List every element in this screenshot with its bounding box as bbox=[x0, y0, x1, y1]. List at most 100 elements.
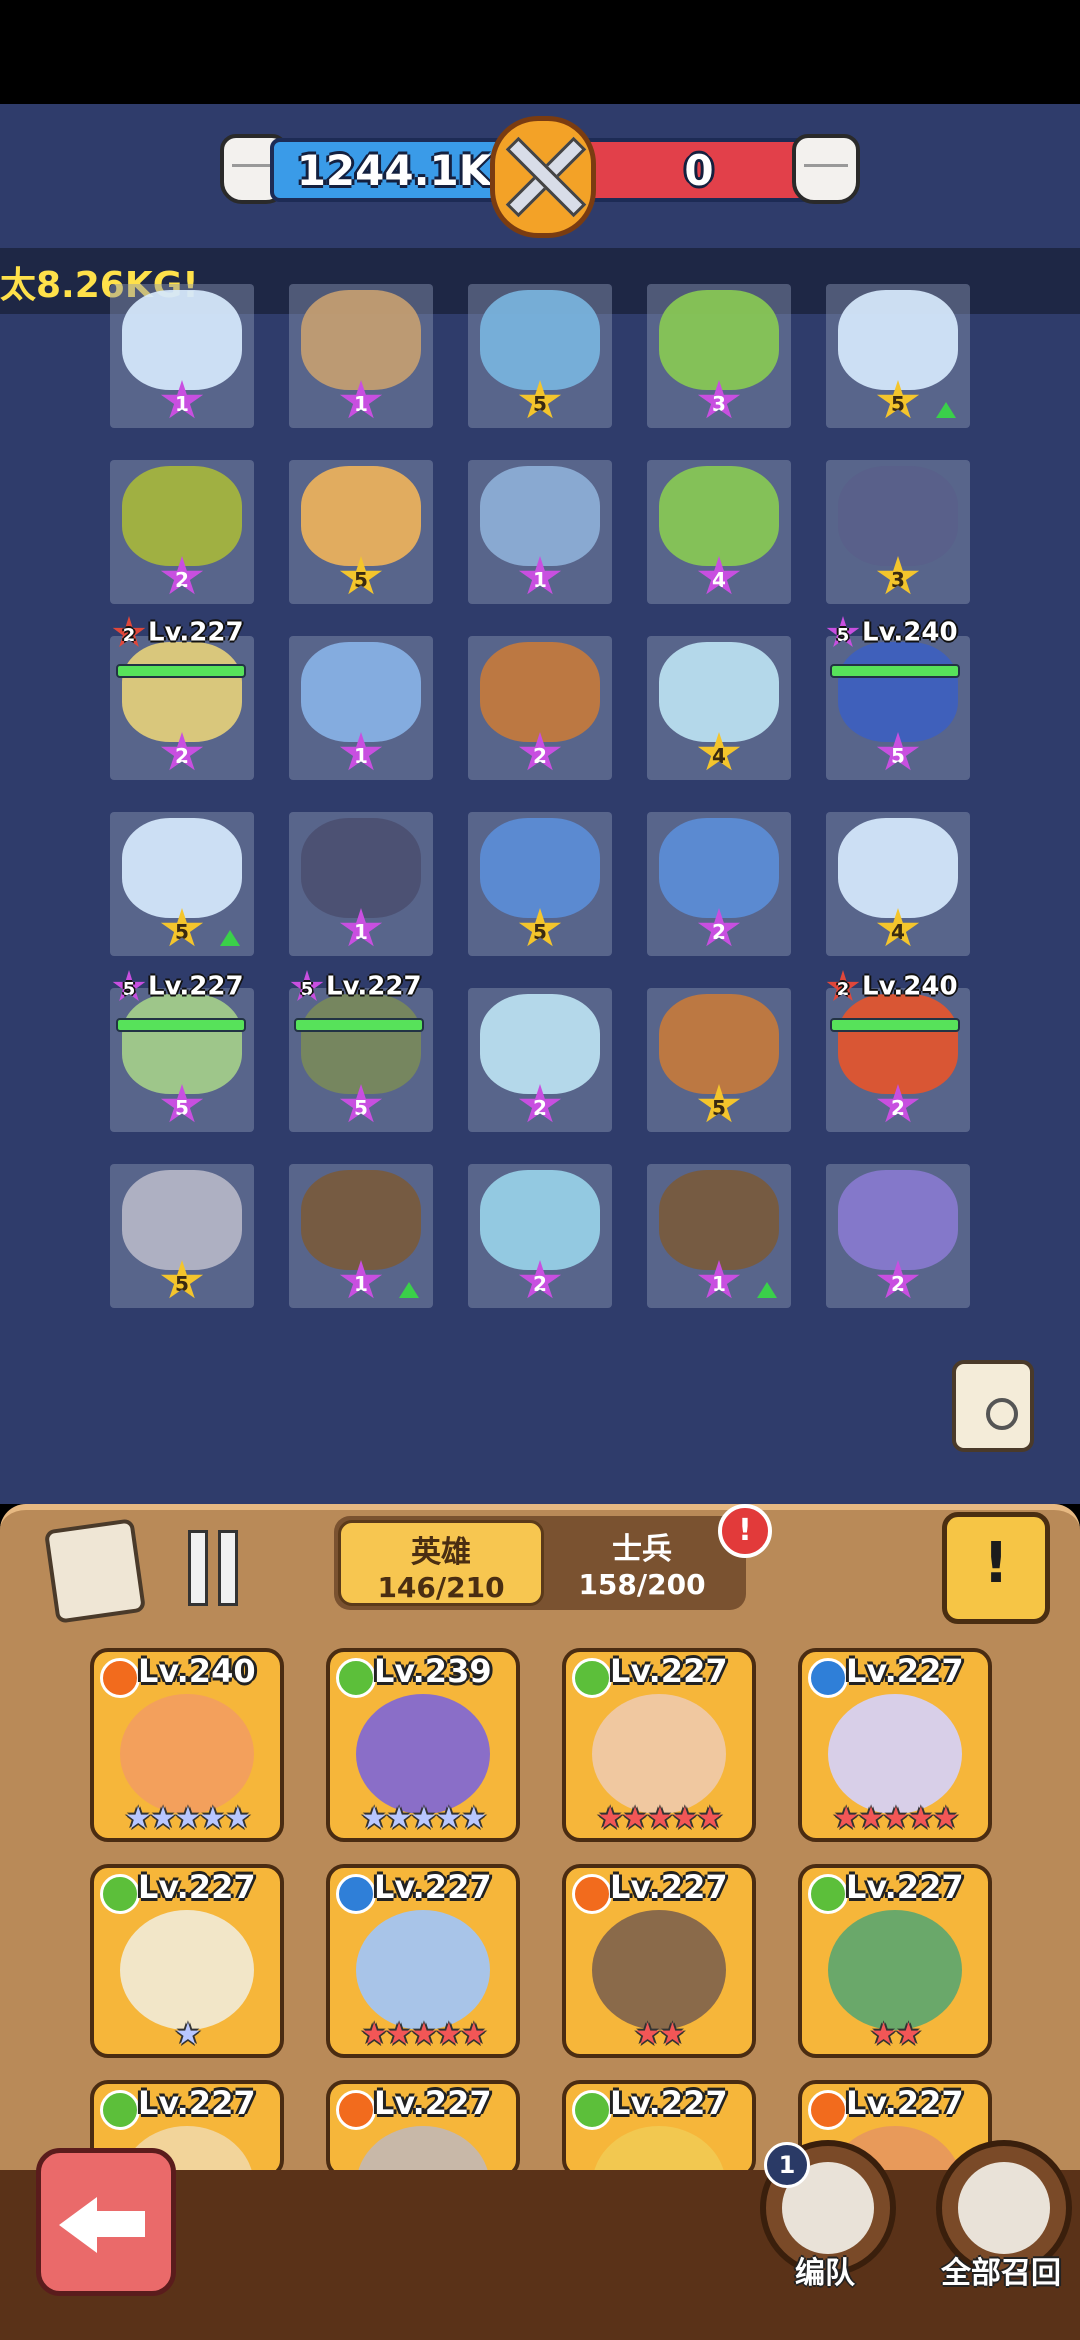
grid-cell[interactable]: 5 bbox=[110, 1164, 254, 1308]
player-power-value: 1244.1K bbox=[296, 146, 492, 195]
info-button[interactable]: ! bbox=[942, 1512, 1050, 1624]
grid-cell[interactable]: 2 bbox=[826, 988, 970, 1132]
star-rank-value: 1 bbox=[354, 744, 368, 768]
star-rank-value: 1 bbox=[533, 568, 547, 592]
grid-cell[interactable]: 2 bbox=[468, 636, 612, 780]
leaf-element-icon bbox=[808, 1874, 848, 1914]
grid-cell[interactable]: 5 bbox=[647, 988, 791, 1132]
upgrade-arrow-icon bbox=[399, 1282, 419, 1298]
star-rank-value: 5 bbox=[354, 1096, 368, 1120]
unit-level-tag: 5 Lv.227 bbox=[112, 970, 244, 1006]
grid-cell[interactable]: 4 bbox=[647, 460, 791, 604]
grid-cell[interactable]: 2 bbox=[468, 988, 612, 1132]
star-rank-value: 5 bbox=[533, 920, 547, 944]
grid-cell[interactable]: 1 bbox=[289, 1164, 433, 1308]
hero-card[interactable]: Lv.227 ★★★★★ bbox=[326, 1864, 520, 2058]
unit-level-label: Lv.227 bbox=[148, 971, 244, 1002]
grid-cell[interactable]: 3 bbox=[826, 460, 970, 604]
cards-icon[interactable] bbox=[43, 1518, 147, 1624]
star-rank-value: 5 bbox=[175, 1096, 189, 1120]
unit-sprite bbox=[122, 1170, 242, 1270]
grid-cell[interactable]: 5 bbox=[468, 812, 612, 956]
unit-level-tag: 5 Lv.227 bbox=[290, 970, 422, 1006]
hero-level: Lv.227 bbox=[846, 1868, 964, 1906]
unit-sprite bbox=[838, 642, 958, 742]
tab-soldiers-label: 士兵 bbox=[612, 1532, 672, 1567]
star-rank-value: 3 bbox=[891, 568, 905, 592]
grid-cell[interactable]: 5 bbox=[289, 460, 433, 604]
tab-heroes-label: 英雄 bbox=[411, 1535, 471, 1570]
unit-sprite bbox=[838, 1170, 958, 1270]
unit-sprite bbox=[301, 994, 421, 1094]
hero-card[interactable]: Lv.227 ★ bbox=[90, 1864, 284, 2058]
grid-cell[interactable]: 2 bbox=[468, 1164, 612, 1308]
hero-stars: ★★ bbox=[634, 2017, 686, 2052]
grid-cell[interactable]: 1 bbox=[289, 812, 433, 956]
player-power: 1244.1K bbox=[270, 138, 518, 202]
sort-icon[interactable] bbox=[180, 1524, 262, 1610]
water-element-icon bbox=[336, 1874, 376, 1914]
unit-sprite bbox=[838, 290, 958, 390]
enemy-power: 0 bbox=[580, 138, 818, 202]
grid-cell[interactable]: 5 bbox=[468, 284, 612, 428]
hero-level: Lv.227 bbox=[846, 1652, 964, 1690]
back-button[interactable] bbox=[36, 2148, 176, 2296]
grid-cell[interactable]: 5 bbox=[110, 812, 254, 956]
grid-cell[interactable]: 2 bbox=[110, 460, 254, 604]
hero-card[interactable]: Lv.227 bbox=[326, 2080, 520, 2178]
grid-cell[interactable]: 1 bbox=[289, 284, 433, 428]
recall-all-label: 全部召回 bbox=[941, 2256, 1061, 2291]
unit-sprite bbox=[659, 466, 779, 566]
grid-cell[interactable]: 3 bbox=[647, 284, 791, 428]
unit-sprite bbox=[480, 466, 600, 566]
grid-cell[interactable]: 1 bbox=[110, 284, 254, 428]
tab-heroes[interactable]: 英雄 146/210 bbox=[338, 1520, 544, 1606]
health-bar bbox=[116, 1018, 246, 1032]
grid-cell[interactable]: 4 bbox=[647, 636, 791, 780]
hero-stars: ★ bbox=[174, 2017, 202, 2052]
star-rank-value: 5 bbox=[891, 392, 905, 416]
health-bar bbox=[116, 664, 246, 678]
hero-card[interactable]: Lv.227 bbox=[562, 2080, 756, 2178]
grid-cell[interactable]: 5 bbox=[110, 988, 254, 1132]
unit-star-icon: 5 bbox=[290, 970, 324, 1001]
health-bar bbox=[830, 1018, 960, 1032]
star-rank-value: 2 bbox=[533, 744, 547, 768]
grid-cell[interactable]: 1 bbox=[468, 460, 612, 604]
unit-level-label: Lv.240 bbox=[862, 617, 958, 648]
star-rank-value: 4 bbox=[891, 920, 905, 944]
grid-cell[interactable]: 1 bbox=[647, 1164, 791, 1308]
unit-sprite bbox=[122, 466, 242, 566]
hero-card[interactable]: Lv.227 ★★ bbox=[798, 1864, 992, 2058]
hero-portrait bbox=[828, 1694, 962, 1814]
power-comparison-bar: 1244.1K 0 bbox=[220, 116, 860, 238]
unit-sprite bbox=[122, 290, 242, 390]
tab-bar: 英雄 146/210 士兵 158/200 bbox=[334, 1516, 746, 1610]
star-rank-value: 2 bbox=[891, 1272, 905, 1296]
inspect-icon[interactable] bbox=[952, 1360, 1034, 1452]
star-rank-value: 1 bbox=[712, 1272, 726, 1296]
hero-card[interactable]: Lv.227 ★★★★★ bbox=[562, 1648, 756, 1842]
fist-icon-right bbox=[792, 134, 860, 204]
hero-card[interactable]: Lv.227 ★★★★★ bbox=[798, 1648, 992, 1842]
tab-soldiers[interactable]: 士兵 158/200 bbox=[540, 1520, 744, 1604]
grid-cell[interactable]: 2 bbox=[110, 636, 254, 780]
star-rank-value: 2 bbox=[891, 1096, 905, 1120]
grid-cell[interactable]: 2 bbox=[826, 1164, 970, 1308]
star-rank-value: 3 bbox=[712, 392, 726, 416]
hero-card[interactable]: Lv.240 ★★★★★ bbox=[90, 1648, 284, 1842]
info-button-label: ! bbox=[983, 1531, 1009, 1596]
grid-cell[interactable]: 5 bbox=[826, 636, 970, 780]
grid-cell[interactable]: 5 bbox=[289, 988, 433, 1132]
hero-card[interactable]: Lv.227 ★★ bbox=[562, 1864, 756, 2058]
star-rank-value: 4 bbox=[712, 568, 726, 592]
unit-sprite bbox=[301, 466, 421, 566]
formation-badge: 1 bbox=[764, 2142, 810, 2188]
grid-cell[interactable]: 1 bbox=[289, 636, 433, 780]
grid-cell[interactable]: 2 bbox=[647, 812, 791, 956]
hero-level: Lv.227 bbox=[846, 2084, 964, 2122]
grid-cell[interactable]: 4 bbox=[826, 812, 970, 956]
fire-element-icon bbox=[100, 1658, 140, 1698]
grid-cell[interactable]: 5 bbox=[826, 284, 970, 428]
hero-card[interactable]: Lv.239 ★★★★★ bbox=[326, 1648, 520, 1842]
